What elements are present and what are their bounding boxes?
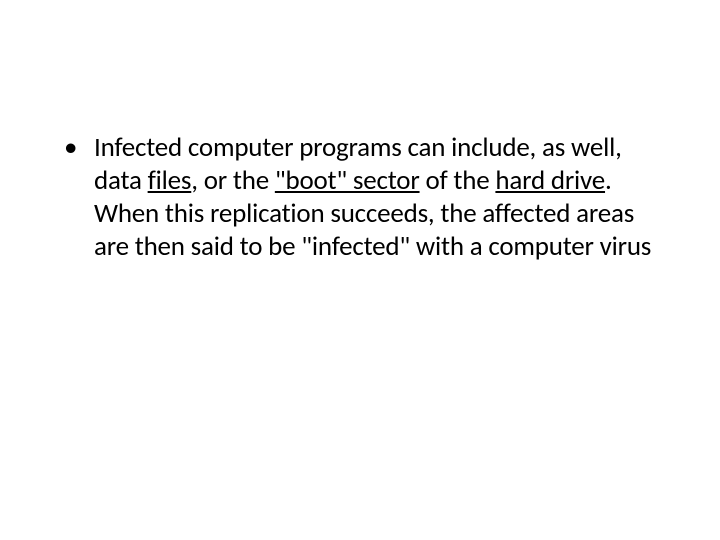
slide: Infected computer programs can include, … [0, 0, 720, 540]
link-files[interactable]: files [148, 164, 192, 197]
bullet-list: Infected computer programs can include, … [60, 132, 660, 264]
bullet-text-segment: of the [420, 164, 496, 197]
link-hard-drive[interactable]: hard drive [495, 164, 605, 197]
bullet-item: Infected computer programs can include, … [60, 132, 660, 264]
link-boot-sector[interactable]: "boot" sector [275, 164, 420, 197]
bullet-text-segment: , or the [191, 164, 275, 197]
